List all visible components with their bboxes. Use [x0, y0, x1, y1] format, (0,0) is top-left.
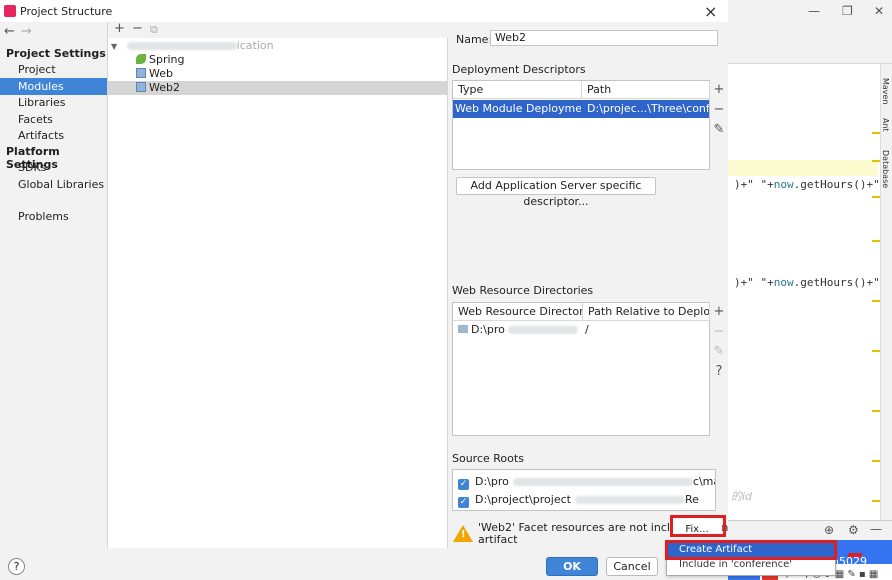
- ide-titlebar: — ❐ ✕: [728, 0, 892, 22]
- checkbox[interactable]: ✓: [458, 479, 469, 490]
- sidebar-item-problems[interactable]: Problems: [0, 208, 107, 225]
- back-arrow-icon[interactable]: ←: [4, 24, 15, 39]
- ide-bottom-toolbar: ⊕ ⚙ —: [728, 520, 892, 540]
- dialog-titlebar: Project Structure ×: [0, 0, 728, 22]
- remove-icon[interactable]: −: [710, 100, 728, 120]
- tree-node-web[interactable]: Web: [108, 67, 448, 81]
- close-button[interactable]: ×: [704, 2, 717, 21]
- project-structure-dialog: Project Structure × ← → Project Settings …: [0, 0, 728, 580]
- column-header-type[interactable]: Type: [453, 81, 582, 99]
- section-project-settings: Project Settings: [6, 47, 106, 60]
- forward-arrow-icon[interactable]: →: [21, 24, 32, 39]
- descriptor-side-toolbar: + − ✎: [710, 80, 728, 140]
- current-line-highlight: [728, 160, 878, 176]
- gutter-mark: [872, 410, 880, 412]
- sidebar-item-sdks[interactable]: SDKs: [0, 159, 107, 176]
- tree-node-web2[interactable]: Web2: [108, 81, 448, 95]
- table-row[interactable]: D:\pro: [456, 321, 581, 338]
- menu-item-include-in-artifact[interactable]: Include in 'conference': [667, 558, 835, 572]
- web-resource-directories-title: Web Resource Directories: [452, 284, 594, 297]
- warning-text-line2: artifact: [478, 533, 518, 546]
- gutter-mark: [872, 196, 880, 198]
- column-header-relative-path[interactable]: Path Relative to Deploymen...: [583, 303, 710, 321]
- deployment-descriptors-table[interactable]: Type Path Web Module Deployment D... D:\…: [452, 80, 710, 170]
- gutter-mark: [872, 300, 880, 302]
- settings-sidebar: ← → Project Settings Project Modules Libr…: [0, 22, 108, 548]
- redacted-text: [126, 42, 237, 50]
- gear-icon[interactable]: ⚙: [848, 523, 859, 537]
- cancel-button[interactable]: Cancel: [606, 557, 658, 576]
- tree-node-root[interactable]: ▼ ication: [108, 39, 448, 53]
- gutter-mark: [872, 160, 880, 162]
- fix-popup-menu: Create Artifact Include in 'conference': [666, 540, 836, 576]
- tree-toolbar: + − ⧉: [108, 21, 448, 38]
- gutter-mark: [872, 350, 880, 352]
- name-label: Name:: [456, 33, 493, 46]
- gutter-mark: [872, 132, 880, 134]
- source-roots-title: Source Roots: [452, 452, 524, 465]
- web-resource-side-toolbar: + − ✎ ?: [710, 302, 728, 382]
- remove-icon[interactable]: −: [132, 21, 143, 36]
- restore-icon[interactable]: ❐: [842, 4, 853, 18]
- deployment-descriptors-title: Deployment Descriptors: [452, 63, 586, 76]
- expand-arrow-icon[interactable]: ▼: [111, 42, 117, 51]
- edit-icon[interactable]: ✎: [710, 120, 728, 140]
- module-tree: + − ⧉ ▼ ication Spring Web Web2: [108, 21, 448, 548]
- sidebar-item-project[interactable]: Project: [0, 61, 107, 78]
- faded-code-text: 的id: [731, 490, 753, 503]
- gutter-mark: [872, 500, 880, 502]
- column-header-web-resource-directory[interactable]: Web Resource Directory: [453, 303, 583, 321]
- sidebar-item-facets[interactable]: Facets: [0, 111, 107, 128]
- warning-icon: !: [453, 525, 473, 542]
- list-item[interactable]: ✓ D:\project\project Re: [458, 492, 699, 508]
- web-facet-icon: [136, 68, 146, 78]
- add-icon[interactable]: +: [710, 302, 728, 322]
- copy-icon[interactable]: ⧉: [150, 23, 158, 37]
- minimize-icon[interactable]: —: [808, 4, 820, 18]
- name-field[interactable]: Web2: [490, 30, 718, 46]
- add-server-descriptor-button[interactable]: Add Application Server specific descript…: [456, 177, 656, 208]
- code-line[interactable]: )+" "+now.getHours()+": [734, 178, 880, 191]
- fix-button[interactable]: Fix...: [673, 518, 721, 536]
- nav-arrows: ← →: [4, 24, 38, 39]
- source-roots-list[interactable]: ✓D:\proc\ma ✓D:\project\projectRe: [452, 469, 716, 511]
- web-resource-directories-table[interactable]: Web Resource Directory Path Relative to …: [452, 302, 710, 436]
- spring-icon: [136, 54, 146, 64]
- ok-button[interactable]: OK: [546, 557, 598, 576]
- red-marker: [848, 553, 862, 557]
- column-header-path[interactable]: Path: [582, 81, 710, 99]
- ide-close-icon[interactable]: ✕: [874, 4, 884, 18]
- help-button[interactable]: ?: [8, 558, 25, 575]
- gutter-mark: [872, 240, 880, 242]
- sidebar-item-global-libraries[interactable]: Global Libraries: [0, 176, 107, 193]
- table-row[interactable]: Web Module Deployment D... D:\projec...\…: [453, 100, 709, 118]
- menu-item-create-artifact[interactable]: Create Artifact: [667, 543, 835, 557]
- sidebar-item-libraries[interactable]: Libraries: [0, 94, 107, 111]
- add-icon[interactable]: +: [710, 80, 728, 100]
- database-tab[interactable]: Database: [881, 150, 890, 188]
- code-line[interactable]: )+" "+now.getHours()+": [734, 276, 880, 289]
- crosshair-icon[interactable]: ⊕: [824, 523, 834, 537]
- edit-icon[interactable]: ✎: [710, 342, 728, 362]
- tool-window-strip: [880, 64, 892, 524]
- ide-toolbar: [728, 22, 892, 64]
- web-facet-icon: [136, 82, 146, 92]
- hide-icon[interactable]: —: [870, 522, 882, 536]
- facet-settings-pane: Name: Web2 Deployment Descriptors Type P…: [449, 22, 728, 548]
- dialog-title: Project Structure: [20, 5, 113, 18]
- maven-tab[interactable]: Maven: [881, 78, 890, 105]
- remove-icon[interactable]: −: [710, 322, 728, 342]
- tree-node-spring[interactable]: Spring: [108, 53, 448, 67]
- ant-tab[interactable]: Ant: [881, 118, 890, 132]
- checkbox[interactable]: ✓: [458, 497, 469, 508]
- sidebar-item-artifacts[interactable]: Artifacts: [0, 127, 107, 144]
- gutter-mark: [872, 460, 880, 462]
- code-editor[interactable]: [728, 64, 878, 524]
- sidebar-item-modules[interactable]: Modules: [0, 78, 107, 95]
- add-icon[interactable]: +: [114, 21, 125, 36]
- folder-icon: [458, 325, 468, 333]
- help-icon[interactable]: ?: [710, 362, 728, 382]
- list-item[interactable]: ✓D:\proc\ma: [458, 474, 715, 490]
- intellij-icon: [4, 5, 16, 17]
